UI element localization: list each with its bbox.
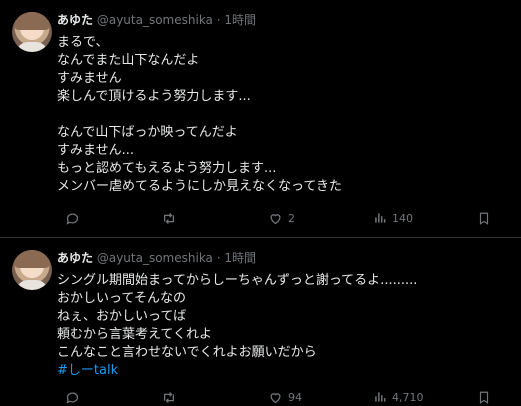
tweet-line: すみません xyxy=(57,71,122,86)
tweet-line: なんでまた山下なんだよ xyxy=(57,53,200,68)
action-bar: 94 4,710 xyxy=(57,388,509,406)
bookmark-button[interactable] xyxy=(477,209,491,227)
bookmark-button[interactable] xyxy=(477,388,491,406)
retweet-button[interactable] xyxy=(161,209,182,227)
author-name[interactable]: あゆた xyxy=(57,13,93,27)
tweet-line: シングル期間始まってからしーちゃんずっと謝ってるよ......... xyxy=(57,273,418,288)
author-name[interactable]: あゆた xyxy=(57,251,93,265)
retweet-icon xyxy=(164,391,174,403)
tweet-line: メンバー虐めてるようにしか見えなくなってきた xyxy=(57,179,342,194)
tweet-text: まるで、 なんでまた山下なんだよ すみません 楽しんで頂けるよう努力します...… xyxy=(57,34,342,196)
tweet-line: すみません... xyxy=(57,143,135,158)
like-button[interactable]: 94 xyxy=(268,388,302,406)
tweet-header: あゆた @ayuta_someshika · 1時間 xyxy=(57,250,256,266)
like-count: 94 xyxy=(288,390,302,404)
tweet-line: おかしいってそんなの xyxy=(57,291,186,306)
views-button[interactable]: 4,710 xyxy=(373,388,424,406)
retweet-button[interactable] xyxy=(161,388,182,406)
reply-button[interactable] xyxy=(65,209,85,227)
views-button[interactable]: 140 xyxy=(373,209,413,227)
tweet-timestamp[interactable]: 1時間 xyxy=(224,13,256,27)
views-count: 140 xyxy=(392,211,413,225)
tweet-line: もっと認めてもえるよう努力します... xyxy=(57,161,277,176)
tweet-line: こんなこと言わせないでくれよお願いだから xyxy=(57,345,317,360)
tweet[interactable]: あゆた @ayuta_someshika · 1時間 まるで、 なんでまた山下な… xyxy=(0,0,521,238)
like-icon xyxy=(270,213,281,224)
author-handle[interactable]: @ayuta_someshika xyxy=(97,13,213,27)
avatar[interactable] xyxy=(12,250,52,290)
hashtag-link[interactable]: #しーtalk xyxy=(57,362,417,380)
bookmark-icon xyxy=(479,391,489,404)
views-count: 4,710 xyxy=(392,390,424,404)
views-icon xyxy=(375,392,386,402)
reply-button[interactable] xyxy=(65,388,85,406)
tweet-line: 頼むから言葉考えてくれよ xyxy=(57,327,212,342)
bookmark-icon xyxy=(479,212,489,225)
action-bar: 2 140 xyxy=(57,209,509,227)
reply-icon xyxy=(66,392,79,404)
tweet-line: まるで、 xyxy=(57,35,109,50)
like-button[interactable]: 2 xyxy=(268,209,295,227)
reply-icon xyxy=(66,213,79,225)
views-icon xyxy=(375,213,386,223)
tweet-text: シングル期間始まってからしーちゃんずっと謝ってるよ......... おかしいっ… xyxy=(57,272,417,380)
retweet-icon xyxy=(164,212,174,224)
tweet-header: あゆた @ayuta_someshika · 1時間 xyxy=(57,12,256,28)
separator-dot: · xyxy=(216,251,221,265)
tweet-line: ねぇ、おかしいってば xyxy=(57,309,187,324)
tweet-timestamp[interactable]: 1時間 xyxy=(224,251,256,265)
avatar[interactable] xyxy=(12,12,52,52)
tweet[interactable]: あゆた @ayuta_someshika · 1時間 シングル期間始まってからし… xyxy=(0,238,521,404)
separator-dot: · xyxy=(216,13,221,27)
tweet-line: 楽しんで頂けるよう努力します... xyxy=(57,89,251,104)
author-handle[interactable]: @ayuta_someshika xyxy=(97,251,213,265)
like-count: 2 xyxy=(288,211,295,225)
like-icon xyxy=(270,392,281,403)
tweet-line: なんで山下ばっか映ってんだよ xyxy=(57,125,238,140)
